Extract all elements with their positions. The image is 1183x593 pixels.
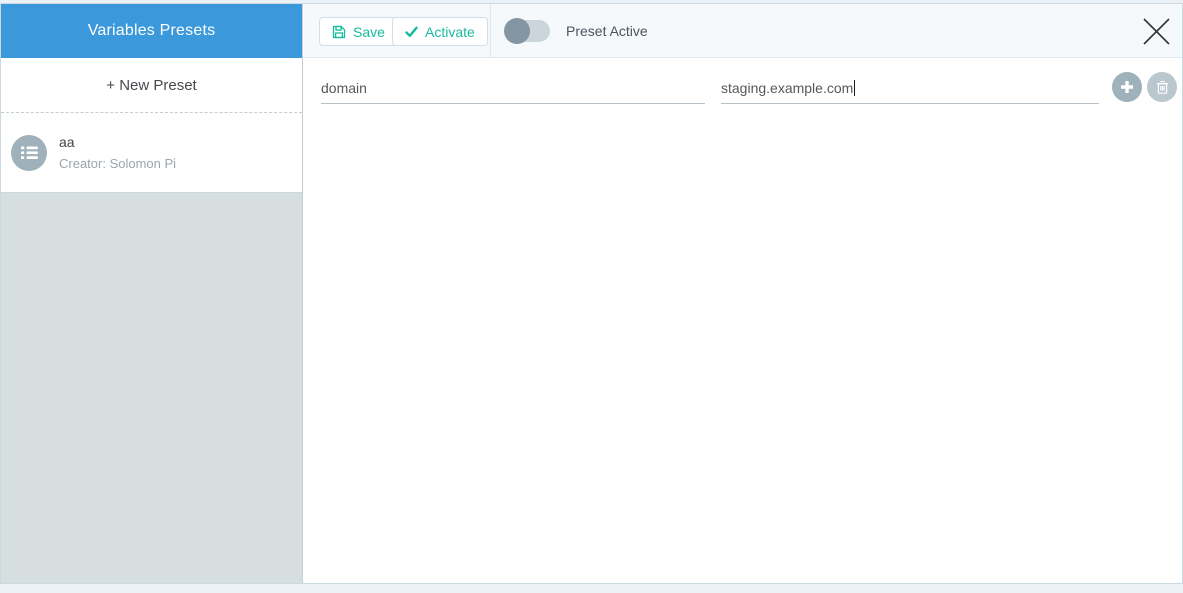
toolbar: Save Activate Preset Active	[304, 4, 1182, 58]
sidebar-title: Variables Presets	[1, 4, 302, 58]
variable-value-input[interactable]: staging.example.com	[721, 71, 1099, 104]
close-button[interactable]	[1139, 14, 1173, 48]
variables-presets-dialog: Variables Presets + New Preset aa Creato…	[0, 3, 1183, 584]
floppy-icon	[332, 25, 346, 38]
preset-name: aa	[59, 134, 75, 150]
text-caret	[854, 80, 856, 96]
variables-editor: domain staging.example.com	[304, 58, 1182, 583]
trash-icon	[1156, 81, 1168, 94]
list-icon	[20, 146, 38, 159]
sidebar: Variables Presets + New Preset aa Creato…	[1, 4, 303, 583]
preset-list-item[interactable]: aa Creator: Solomon Pi	[1, 113, 302, 193]
delete-variable-button[interactable]	[1147, 72, 1177, 102]
save-button[interactable]: Save	[319, 17, 398, 46]
activate-button[interactable]: Activate	[392, 17, 488, 46]
variable-key-text: domain	[321, 80, 367, 96]
preset-creator: Creator: Solomon Pi	[59, 156, 177, 171]
plus-icon	[1121, 81, 1133, 93]
close-icon	[1142, 17, 1170, 45]
main-panel: Save Activate Preset Active domain stagi…	[304, 4, 1182, 583]
toggle-knob	[504, 18, 530, 44]
save-label: Save	[353, 23, 385, 40]
toolbar-divider	[490, 4, 491, 57]
activate-label: Activate	[425, 23, 475, 40]
new-preset-button[interactable]: + New Preset	[1, 58, 302, 113]
preset-active-toggle[interactable]	[504, 18, 550, 44]
preset-active-label: Preset Active	[566, 23, 648, 39]
variable-key-input[interactable]: domain	[321, 71, 705, 104]
preset-avatar	[11, 134, 47, 171]
variable-value-text: staging.example.com	[721, 80, 854, 96]
check-icon	[405, 26, 418, 37]
add-variable-button[interactable]	[1112, 72, 1142, 102]
